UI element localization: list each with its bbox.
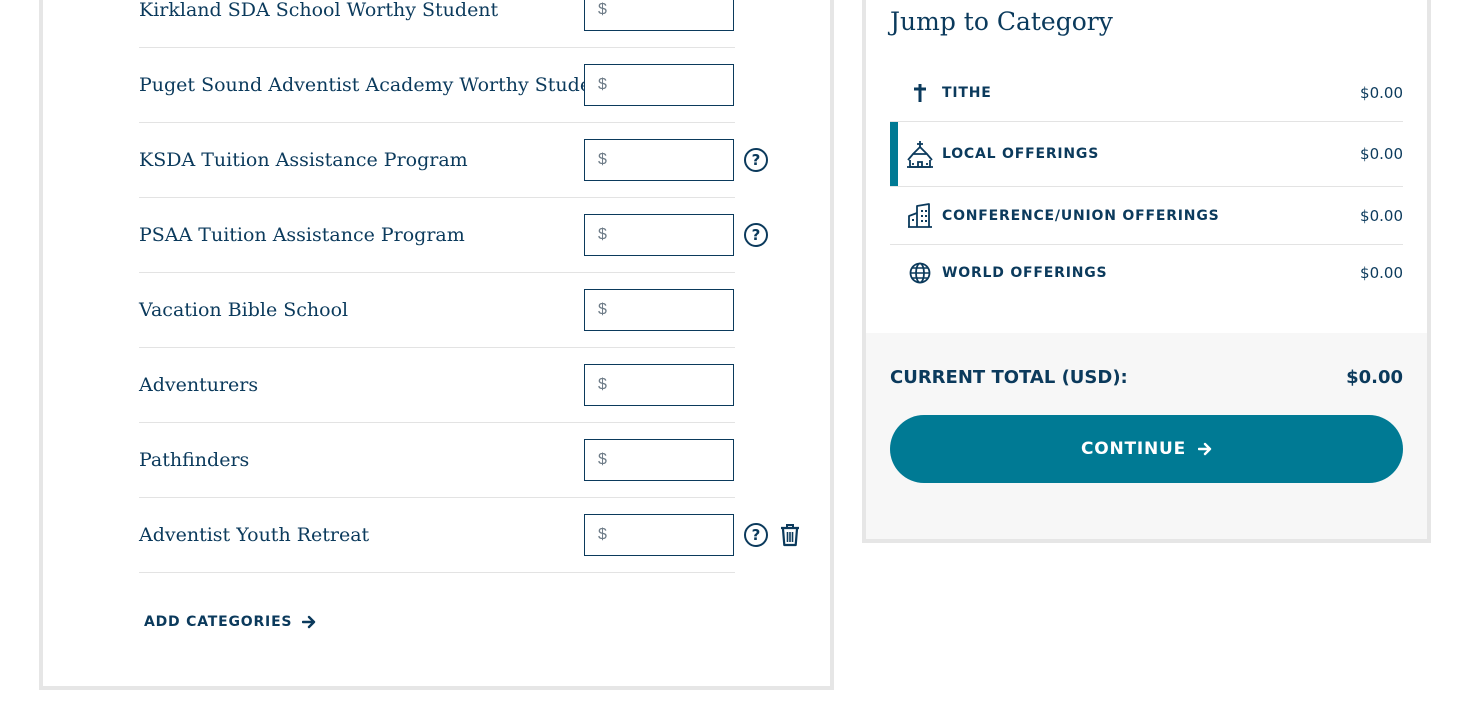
arrow-right-icon — [302, 615, 316, 629]
donation-row-label: Puget Sound Adventist Academy Worthy Stu… — [139, 74, 611, 96]
amount-field[interactable]: $ — [584, 139, 734, 181]
donation-categories-panel: Kirkland SDA School Worthy Student $ Puget… — [39, 0, 834, 690]
cross-icon — [906, 79, 934, 107]
donation-row: Puget Sound Adventist Academy Worthy Stu… — [139, 48, 735, 123]
category-amount: $0.00 — [1360, 206, 1403, 225]
category-name: CONFERENCE/UNION OFFERINGS — [942, 207, 1220, 224]
amount-field[interactable]: $ — [584, 514, 734, 556]
jump-to-category-panel: Jump to Category TITHE $0.00 LOCAL OFFER… — [862, 0, 1431, 543]
active-indicator — [890, 122, 898, 186]
donation-row-label: Adventurers — [139, 374, 259, 396]
category-conference-union-offerings[interactable]: CONFERENCE/UNION OFFERINGS $0.00 — [890, 187, 1403, 245]
donation-row: KSDA Tuition Assistance Program $? — [139, 123, 768, 198]
total-label: CURRENT TOTAL (USD): — [890, 367, 1128, 388]
amount-input[interactable] — [613, 215, 731, 255]
category-name: TITHE — [942, 85, 992, 101]
total-summary: CURRENT TOTAL (USD): $0.00 CONTINUE — [866, 333, 1427, 539]
donation-row-label: Vacation Bible School — [139, 299, 349, 321]
category-amount: $0.00 — [1360, 84, 1403, 102]
donation-row-label: Pathfinders — [139, 449, 250, 471]
amount-input[interactable] — [613, 440, 731, 480]
amount-input[interactable] — [613, 515, 731, 555]
globe-icon — [906, 259, 934, 287]
building-icon — [906, 202, 934, 230]
currency-symbol: $ — [598, 151, 607, 168]
donation-row: Vacation Bible School $ — [139, 273, 735, 348]
amount-input[interactable] — [613, 365, 731, 405]
trash-icon[interactable] — [779, 523, 801, 547]
currency-symbol: $ — [598, 76, 607, 93]
donation-row: PSAA Tuition Assistance Program $? — [139, 198, 768, 273]
category-tithe[interactable]: TITHE $0.00 — [890, 65, 1403, 122]
continue-button[interactable]: CONTINUE — [890, 415, 1403, 483]
amount-input[interactable] — [613, 0, 731, 30]
amount-field[interactable]: $ — [584, 0, 734, 31]
help-icon[interactable]: ? — [744, 148, 768, 172]
category-name: WORLD OFFERINGS — [942, 265, 1108, 281]
jump-title: Jump to Category — [890, 7, 1113, 36]
donation-row-label: KSDA Tuition Assistance Program — [139, 149, 468, 171]
amount-field[interactable]: $ — [584, 439, 734, 481]
donation-row-label: Kirkland SDA School Worthy Student — [139, 0, 499, 21]
category-local-offerings[interactable]: LOCAL OFFERINGS $0.00 — [890, 122, 1403, 187]
currency-symbol: $ — [598, 1, 607, 18]
category-name: LOCAL OFFERINGS — [942, 146, 1100, 162]
currency-symbol: $ — [598, 301, 607, 318]
continue-label: CONTINUE — [1080, 439, 1187, 459]
currency-symbol: $ — [598, 526, 607, 543]
amount-input[interactable] — [613, 65, 731, 105]
donation-row: Adventurers $ — [139, 348, 735, 423]
currency-symbol: $ — [598, 376, 607, 393]
help-icon[interactable]: ? — [744, 523, 768, 547]
amount-input[interactable] — [613, 140, 731, 180]
amount-field[interactable]: $ — [584, 364, 734, 406]
currency-symbol: $ — [598, 451, 607, 468]
amount-field[interactable]: $ — [584, 289, 734, 331]
help-icon[interactable]: ? — [744, 223, 768, 247]
currency-symbol: $ — [598, 226, 607, 243]
donation-row: Adventist Youth Retreat $? — [139, 498, 799, 573]
category-world-offerings[interactable]: WORLD OFFERINGS $0.00 — [890, 245, 1403, 301]
church-icon — [906, 140, 934, 168]
arrow-right-icon — [1198, 442, 1212, 456]
total-value: $0.00 — [1346, 367, 1403, 388]
donation-row-label: Adventist Youth Retreat — [139, 524, 370, 546]
donation-row: Kirkland SDA School Worthy Student $ — [139, 0, 735, 48]
donation-row-label: PSAA Tuition Assistance Program — [139, 224, 465, 246]
amount-field[interactable]: $ — [584, 214, 734, 256]
category-amount: $0.00 — [1360, 264, 1403, 282]
category-amount: $0.00 — [1360, 145, 1403, 163]
donation-row: Pathfinders $ — [139, 423, 735, 498]
amount-input[interactable] — [613, 290, 731, 330]
add-categories-link[interactable]: ADD CATEGORIES — [144, 614, 316, 630]
add-categories-label: ADD CATEGORIES — [144, 614, 293, 630]
amount-field[interactable]: $ — [584, 64, 734, 106]
